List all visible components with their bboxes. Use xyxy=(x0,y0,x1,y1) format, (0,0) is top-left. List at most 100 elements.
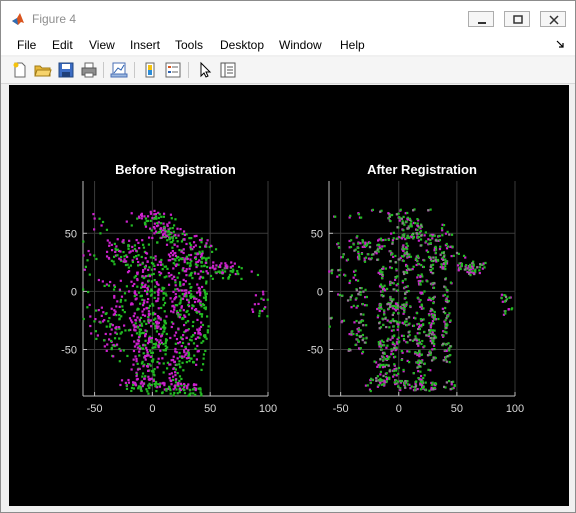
point-green xyxy=(173,258,176,261)
menu-desktop[interactable]: Desktop xyxy=(220,38,264,52)
point-magenta xyxy=(165,243,169,246)
point-magenta xyxy=(137,336,141,339)
pointer-icon[interactable] xyxy=(196,61,214,79)
colorbar-icon[interactable] xyxy=(141,61,159,79)
menu-help[interactable]: Help xyxy=(340,38,365,52)
point-magenta xyxy=(159,349,162,352)
point-green xyxy=(165,332,168,336)
point-green xyxy=(412,324,416,327)
point-green xyxy=(169,237,172,240)
point-green xyxy=(181,293,184,296)
point-overlap xyxy=(381,273,384,276)
point-magenta xyxy=(141,239,144,242)
maximize-button[interactable] xyxy=(504,11,530,27)
point-green xyxy=(236,269,239,273)
point-green xyxy=(160,222,163,225)
point-green xyxy=(174,288,177,291)
point-green xyxy=(196,311,199,314)
point-magenta xyxy=(500,293,504,296)
point-magenta xyxy=(182,283,185,286)
point-magenta xyxy=(122,260,125,263)
point-magenta xyxy=(137,241,140,244)
menu-tools[interactable]: Tools xyxy=(175,38,203,52)
point-green xyxy=(190,295,193,298)
y-tick-label: -50 xyxy=(307,345,323,357)
point-green xyxy=(416,217,419,221)
point-green xyxy=(425,240,428,243)
point-magenta xyxy=(156,366,159,369)
point-overlap xyxy=(379,342,382,345)
point-magenta xyxy=(162,222,165,225)
point-green xyxy=(152,272,155,276)
menu-file[interactable]: File xyxy=(17,38,36,52)
point-magenta xyxy=(134,355,137,358)
point-magenta xyxy=(209,266,212,270)
point-green xyxy=(127,247,130,250)
point-green xyxy=(144,375,147,378)
point-green xyxy=(354,269,357,272)
point-magenta xyxy=(159,327,162,331)
point-magenta xyxy=(172,267,175,270)
point-green xyxy=(207,256,210,259)
point-magenta xyxy=(100,306,103,309)
point-magenta xyxy=(105,283,108,286)
point-green xyxy=(189,392,192,395)
dock-arrow-icon[interactable] xyxy=(555,39,565,49)
point-overlap xyxy=(346,299,349,302)
point-green xyxy=(202,353,206,356)
minimize-button[interactable] xyxy=(468,11,494,27)
point-green xyxy=(392,335,395,338)
point-green xyxy=(428,322,431,325)
point-magenta xyxy=(119,250,122,253)
point-magenta xyxy=(387,212,390,215)
point-green xyxy=(192,305,195,308)
menu-view[interactable]: View xyxy=(89,38,115,52)
point-green xyxy=(98,217,101,220)
point-green xyxy=(445,289,449,292)
point-green xyxy=(387,238,390,242)
point-magenta xyxy=(146,365,149,368)
point-magenta xyxy=(193,235,196,238)
menu-insert[interactable]: Insert xyxy=(130,38,160,52)
point-green xyxy=(379,237,383,240)
link-plot-icon[interactable] xyxy=(110,61,128,79)
new-figure-icon[interactable] xyxy=(11,61,29,79)
point-green xyxy=(232,269,235,272)
close-button[interactable] xyxy=(540,11,566,27)
point-magenta xyxy=(147,236,151,239)
title-bar[interactable]: Figure 4 xyxy=(1,1,575,35)
point-green xyxy=(394,276,398,279)
save-icon[interactable] xyxy=(57,61,75,79)
point-overlap xyxy=(362,324,365,327)
point-green xyxy=(433,315,436,319)
property-inspector-icon[interactable] xyxy=(219,61,237,79)
point-green xyxy=(107,284,111,287)
point-overlap xyxy=(406,227,409,230)
menu-edit[interactable]: Edit xyxy=(52,38,73,52)
point-green xyxy=(418,359,421,362)
point-green xyxy=(152,346,156,349)
point-magenta xyxy=(126,271,130,274)
point-green xyxy=(404,296,407,300)
point-green xyxy=(440,227,444,230)
point-magenta xyxy=(472,271,475,275)
point-overlap xyxy=(382,352,385,355)
point-magenta xyxy=(391,307,395,310)
menu-window[interactable]: Window xyxy=(279,38,322,52)
point-green xyxy=(350,239,353,242)
point-green xyxy=(154,385,157,388)
point-magenta xyxy=(419,374,423,378)
point-magenta xyxy=(357,330,360,333)
point-magenta xyxy=(261,309,264,313)
point-magenta xyxy=(157,346,160,349)
legend-icon[interactable] xyxy=(164,61,182,79)
point-green xyxy=(266,298,269,301)
open-file-icon[interactable] xyxy=(34,61,52,79)
point-green xyxy=(180,240,184,243)
point-green xyxy=(403,223,406,226)
point-magenta xyxy=(204,245,207,248)
point-green xyxy=(403,252,407,255)
point-green xyxy=(393,363,396,366)
figure-canvas[interactable]: Before Registration -50 0 50 100 -50 0 50 After … xyxy=(9,85,569,506)
print-icon[interactable] xyxy=(80,61,98,79)
